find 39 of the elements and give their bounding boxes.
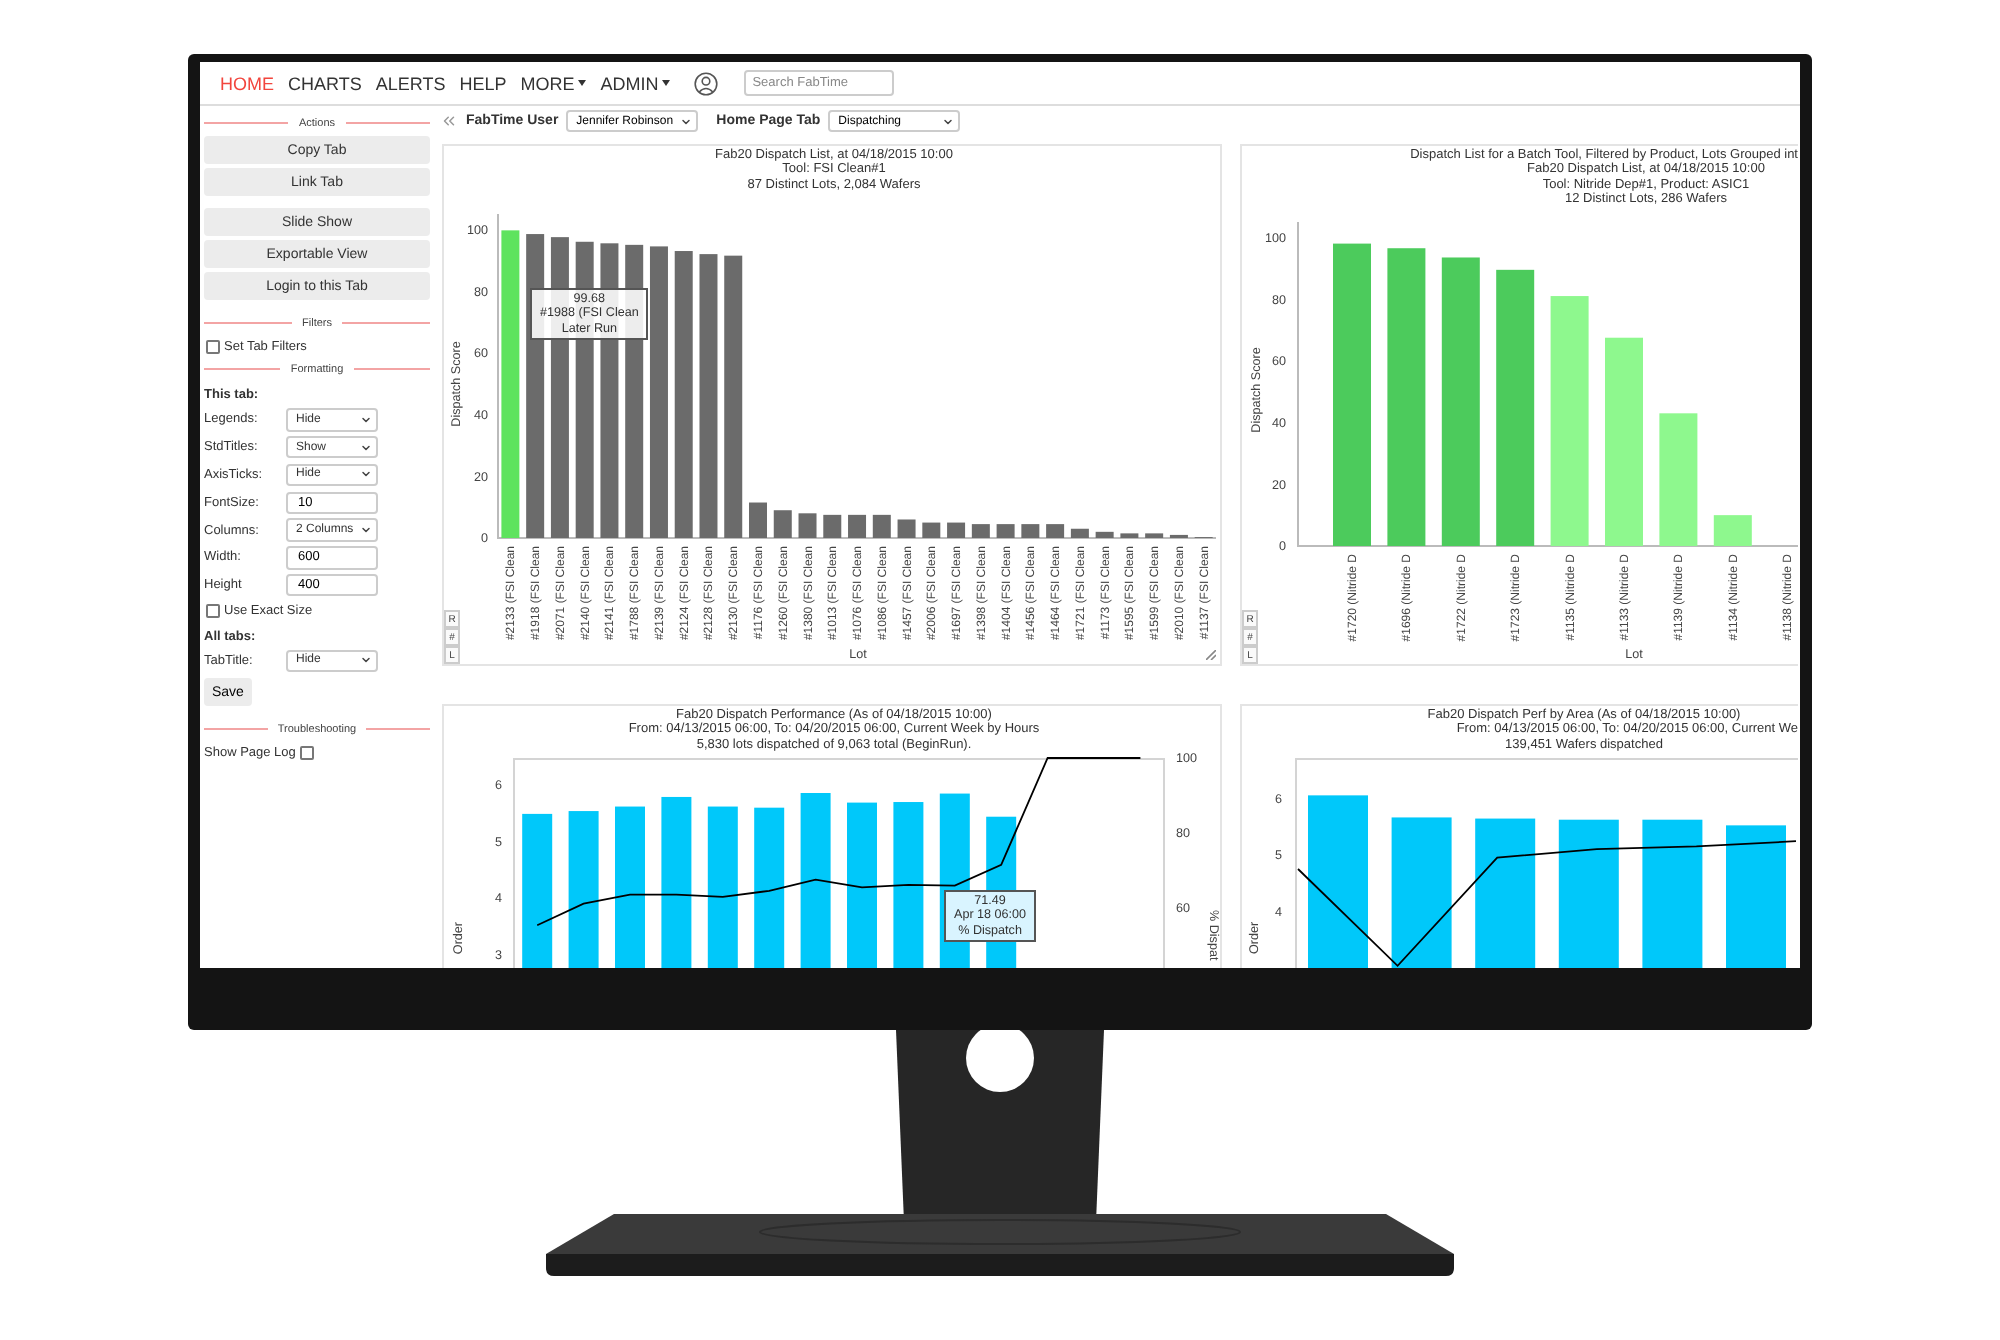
chart-bar xyxy=(1046,524,1065,538)
nav-link[interactable]: MORE xyxy=(520,73,587,93)
nav-link[interactable]: ALERTS xyxy=(375,73,446,93)
chart-bar xyxy=(947,522,966,538)
chart-bar xyxy=(848,514,867,538)
chart-bar xyxy=(798,513,817,538)
chevron-icon xyxy=(360,413,372,426)
chart-bar xyxy=(971,524,990,538)
chart-bar xyxy=(872,514,891,538)
chevron-icon xyxy=(942,115,955,127)
chart-bar xyxy=(1095,531,1114,538)
chart-bar xyxy=(922,522,941,538)
resize-grip-icon[interactable] xyxy=(1206,650,1216,660)
checkbox[interactable] xyxy=(206,603,220,618)
chart-bar xyxy=(897,519,916,538)
chart-bar xyxy=(1145,533,1164,538)
chart-bar xyxy=(749,502,767,538)
chevron-icon xyxy=(360,468,372,481)
user-icon[interactable] xyxy=(694,71,719,95)
chevron-icon xyxy=(360,441,372,454)
collapse-icon[interactable] xyxy=(440,112,458,130)
chevron-icon xyxy=(360,654,372,667)
chart-bar xyxy=(1120,533,1139,538)
chart-bar xyxy=(1713,515,1752,546)
checkbox[interactable] xyxy=(206,340,220,354)
chart-bar xyxy=(1726,825,1786,968)
chevron-icon xyxy=(680,115,693,127)
chart-bar xyxy=(996,524,1015,538)
chart-bar xyxy=(823,514,842,538)
nav-link[interactable]: HELP xyxy=(459,73,507,93)
checkbox[interactable] xyxy=(299,746,314,761)
chart-bar xyxy=(1659,413,1698,546)
nav-link[interactable]: HOME xyxy=(220,73,274,93)
chart-bar xyxy=(1021,524,1040,538)
chevron-icon xyxy=(360,524,372,537)
chart-bar xyxy=(1070,528,1089,538)
nav-link[interactable]: ADMIN xyxy=(600,73,671,93)
nav-link[interactable]: CHARTS xyxy=(288,73,362,93)
chart-bar xyxy=(773,510,792,538)
